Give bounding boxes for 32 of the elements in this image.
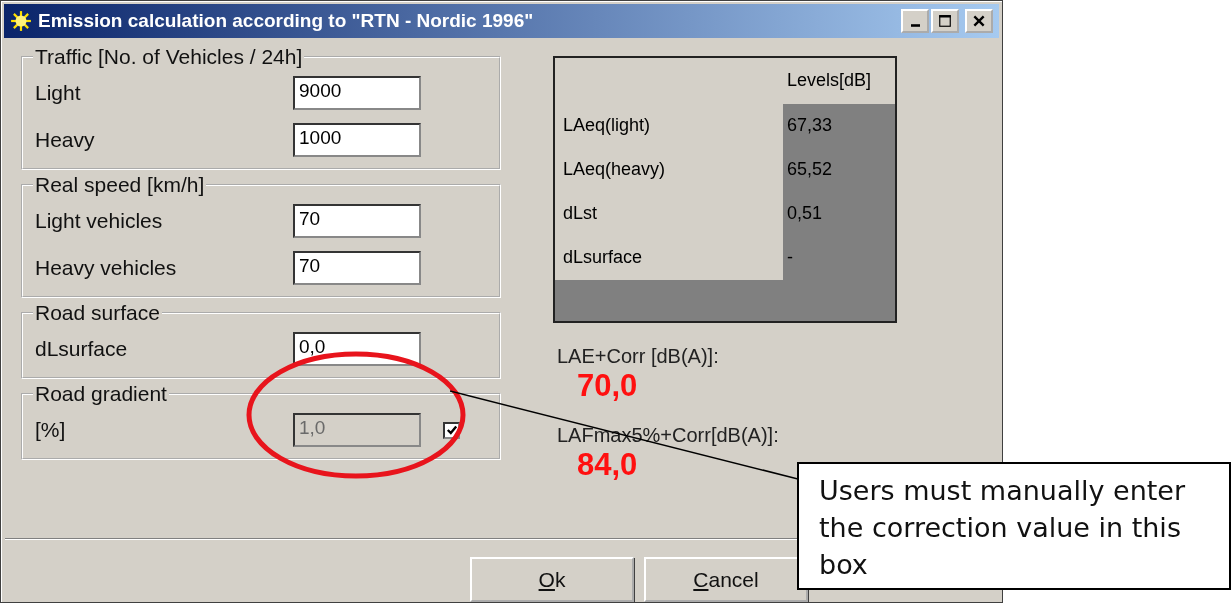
row-label: dLsurface [563, 247, 643, 269]
input-field[interactable]: 70 [293, 251, 421, 286]
row-label: LAeq(light) [563, 115, 651, 137]
field-label: dLsurface [35, 337, 129, 362]
minimize-button[interactable] [901, 8, 929, 33]
result-label: LAE+Corr [dB(A)]: [557, 344, 720, 368]
table-cell: - [787, 247, 793, 269]
input-field[interactable]: 9000 [293, 76, 421, 111]
field-label: Heavy [35, 128, 96, 153]
result-value: 70,0 [577, 367, 639, 404]
callout-note: Users must manually enter the correction value in this box [797, 462, 1231, 590]
row-label: dLst [563, 203, 598, 225]
minimize-icon [910, 23, 920, 27]
maximize-icon [938, 13, 952, 28]
result-value: 84,0 [577, 446, 639, 483]
field-label: [%] [35, 418, 67, 443]
field-label: Light [35, 81, 82, 106]
close-icon [972, 13, 986, 28]
sun-icon [10, 9, 32, 32]
input-field[interactable]: 1000 [293, 123, 421, 158]
input-field[interactable]: 70 [293, 204, 421, 239]
table-cell: 65,52 [787, 159, 833, 181]
close-button[interactable] [965, 8, 993, 33]
table-cell: 0,51 [787, 203, 823, 225]
dialog-button[interactable]: Cancel [644, 557, 808, 602]
field-label: Heavy vehicles [35, 256, 178, 281]
field-label: Light vehicles [35, 209, 164, 234]
window-title: Emission calculation according to "RTN - Nordic 1996" [38, 9, 535, 32]
table-cell: 67,33 [787, 115, 833, 137]
maximize-button[interactable] [931, 8, 959, 33]
row-label: LAeq(heavy) [563, 159, 666, 181]
dialog-button[interactable]: Ok [470, 557, 634, 602]
